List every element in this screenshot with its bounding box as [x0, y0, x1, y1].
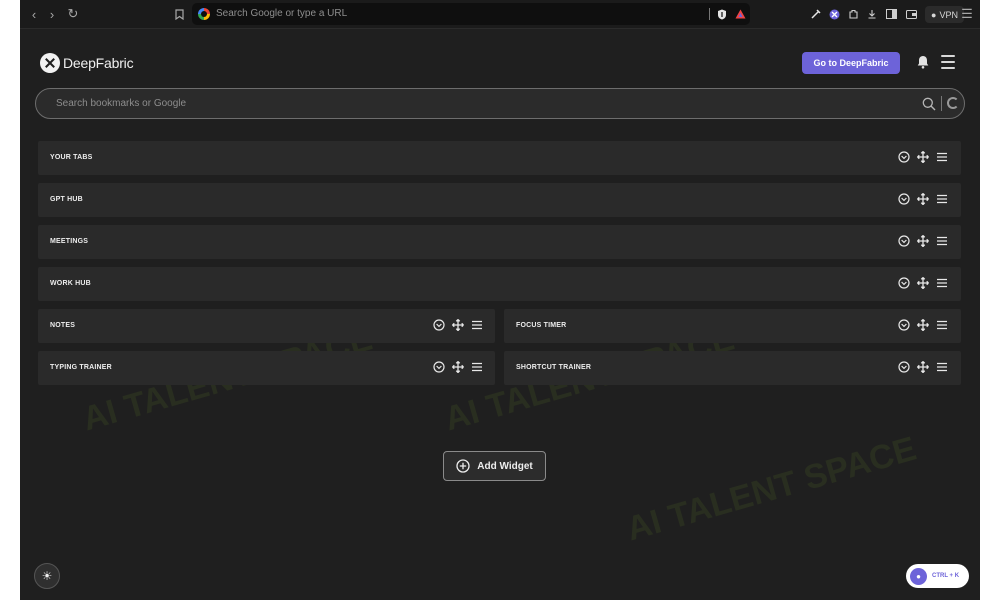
- widget-actions: [898, 277, 948, 289]
- reload-icon[interactable]: ↻: [65, 5, 81, 23]
- widget-title: GPT HUB: [50, 196, 83, 203]
- widget-actions: [898, 319, 948, 331]
- command-palette-button[interactable]: ● CTRL + K: [906, 564, 969, 588]
- move-icon[interactable]: [917, 361, 929, 373]
- bookmark-icon[interactable]: [172, 5, 186, 23]
- move-icon[interactable]: [452, 361, 464, 373]
- widget-shortcut-trainer: SHORTCUT TRAINER: [504, 351, 961, 385]
- collapse-icon[interactable]: [433, 319, 445, 331]
- widget-meetings: MEETINGS: [38, 225, 961, 259]
- watermark: AI TALENT SPACE: [622, 429, 921, 549]
- sun-icon: ☀: [41, 569, 53, 583]
- go-to-deepfabric-button[interactable]: Go to DeepFabric: [802, 52, 900, 74]
- collapse-icon[interactable]: [898, 361, 910, 373]
- widget-actions: [898, 235, 948, 247]
- search-divider: [941, 96, 942, 111]
- move-icon[interactable]: [917, 319, 929, 331]
- widget-menu-icon[interactable]: [936, 151, 948, 163]
- widget-actions: [898, 151, 948, 163]
- google-search-icon[interactable]: [947, 97, 959, 109]
- widget-work-hub: WORK HUB: [38, 267, 961, 301]
- sidebar-icon[interactable]: [884, 5, 898, 23]
- move-icon[interactable]: [452, 319, 464, 331]
- search-icon[interactable]: [922, 97, 936, 111]
- add-widget-button[interactable]: Add Widget: [443, 451, 546, 481]
- widget-actions: [898, 361, 948, 373]
- collapse-icon[interactable]: [898, 319, 910, 331]
- widget-actions: [433, 319, 483, 331]
- widget-typing-trainer: TYPING TRAINER: [38, 351, 495, 385]
- browser-menu-icon[interactable]: ☰: [960, 5, 974, 23]
- widget-title: WORK HUB: [50, 280, 91, 287]
- brave-rewards-icon[interactable]: [734, 5, 746, 23]
- widget-title: FOCUS TIMER: [516, 322, 567, 329]
- move-icon[interactable]: [917, 193, 929, 205]
- deepfabric-logo[interactable]: DeepFabric: [40, 53, 134, 73]
- vpn-button[interactable]: ● VPN: [925, 6, 964, 23]
- widget-menu-icon[interactable]: [936, 361, 948, 373]
- extensions-icon[interactable]: [846, 5, 860, 23]
- vpn-label: VPN: [939, 9, 958, 20]
- widget-gpt-hub: GPT HUB: [38, 183, 961, 217]
- address-bar[interactable]: Search Google or type a URL: [192, 3, 750, 25]
- widget-actions: [433, 361, 483, 373]
- widget-title: MEETINGS: [50, 238, 89, 245]
- widget-title: SHORTCUT TRAINER: [516, 364, 592, 371]
- move-icon[interactable]: [917, 277, 929, 289]
- widget-menu-icon[interactable]: [936, 277, 948, 289]
- widget-focus-timer: FOCUS TIMER: [504, 309, 961, 343]
- address-bar-divider: [709, 8, 710, 20]
- move-icon[interactable]: [917, 151, 929, 163]
- move-icon[interactable]: [917, 235, 929, 247]
- eyedropper-icon[interactable]: [809, 5, 823, 23]
- app-frame: AI TALENT SPACE AI TALENT SPACE AI TALEN…: [20, 0, 980, 600]
- add-widget-label: Add Widget: [477, 460, 533, 472]
- deepfabric-extension-icon[interactable]: [827, 5, 841, 23]
- widget-menu-icon[interactable]: [471, 361, 483, 373]
- vpn-icon: ●: [931, 9, 937, 20]
- widget-menu-icon[interactable]: [936, 235, 948, 247]
- widget-notes: NOTES: [38, 309, 495, 343]
- logo-text: DeepFabric: [63, 55, 134, 71]
- address-bar-placeholder: Search Google or type a URL: [216, 8, 348, 19]
- assistant-icon: ●: [910, 567, 927, 585]
- widget-menu-icon[interactable]: [936, 193, 948, 205]
- widget-menu-icon[interactable]: [936, 319, 948, 331]
- collapse-icon[interactable]: [433, 361, 445, 373]
- download-icon[interactable]: [865, 5, 879, 23]
- forward-icon[interactable]: ›: [44, 5, 60, 23]
- wallet-icon[interactable]: [904, 5, 918, 23]
- search-placeholder: Search bookmarks or Google: [56, 98, 187, 109]
- shortcut-label: CTRL + K: [932, 573, 960, 579]
- deepfabric-logo-icon: [40, 53, 60, 73]
- bell-icon[interactable]: [917, 55, 929, 69]
- back-icon[interactable]: ‹: [26, 5, 42, 23]
- google-icon: [198, 8, 210, 20]
- brave-shield-icon[interactable]: [716, 5, 728, 23]
- search-bar[interactable]: Search bookmarks or Google: [35, 88, 965, 119]
- widget-title: TYPING TRAINER: [50, 364, 112, 371]
- collapse-icon[interactable]: [898, 193, 910, 205]
- theme-toggle-button[interactable]: ☀: [34, 563, 60, 589]
- collapse-icon[interactable]: [898, 151, 910, 163]
- browser-toolbar: ‹ › ↻ Search Google or type a URL ● VPN …: [20, 0, 980, 29]
- collapse-icon[interactable]: [898, 235, 910, 247]
- widget-actions: [898, 193, 948, 205]
- menu-icon[interactable]: [941, 55, 955, 69]
- widget-title: YOUR TABS: [50, 154, 93, 161]
- plus-circle-icon: [456, 459, 470, 473]
- widget-menu-icon[interactable]: [471, 319, 483, 331]
- collapse-icon[interactable]: [898, 277, 910, 289]
- widget-your-tabs: YOUR TABS: [38, 141, 961, 175]
- widget-title: NOTES: [50, 322, 76, 329]
